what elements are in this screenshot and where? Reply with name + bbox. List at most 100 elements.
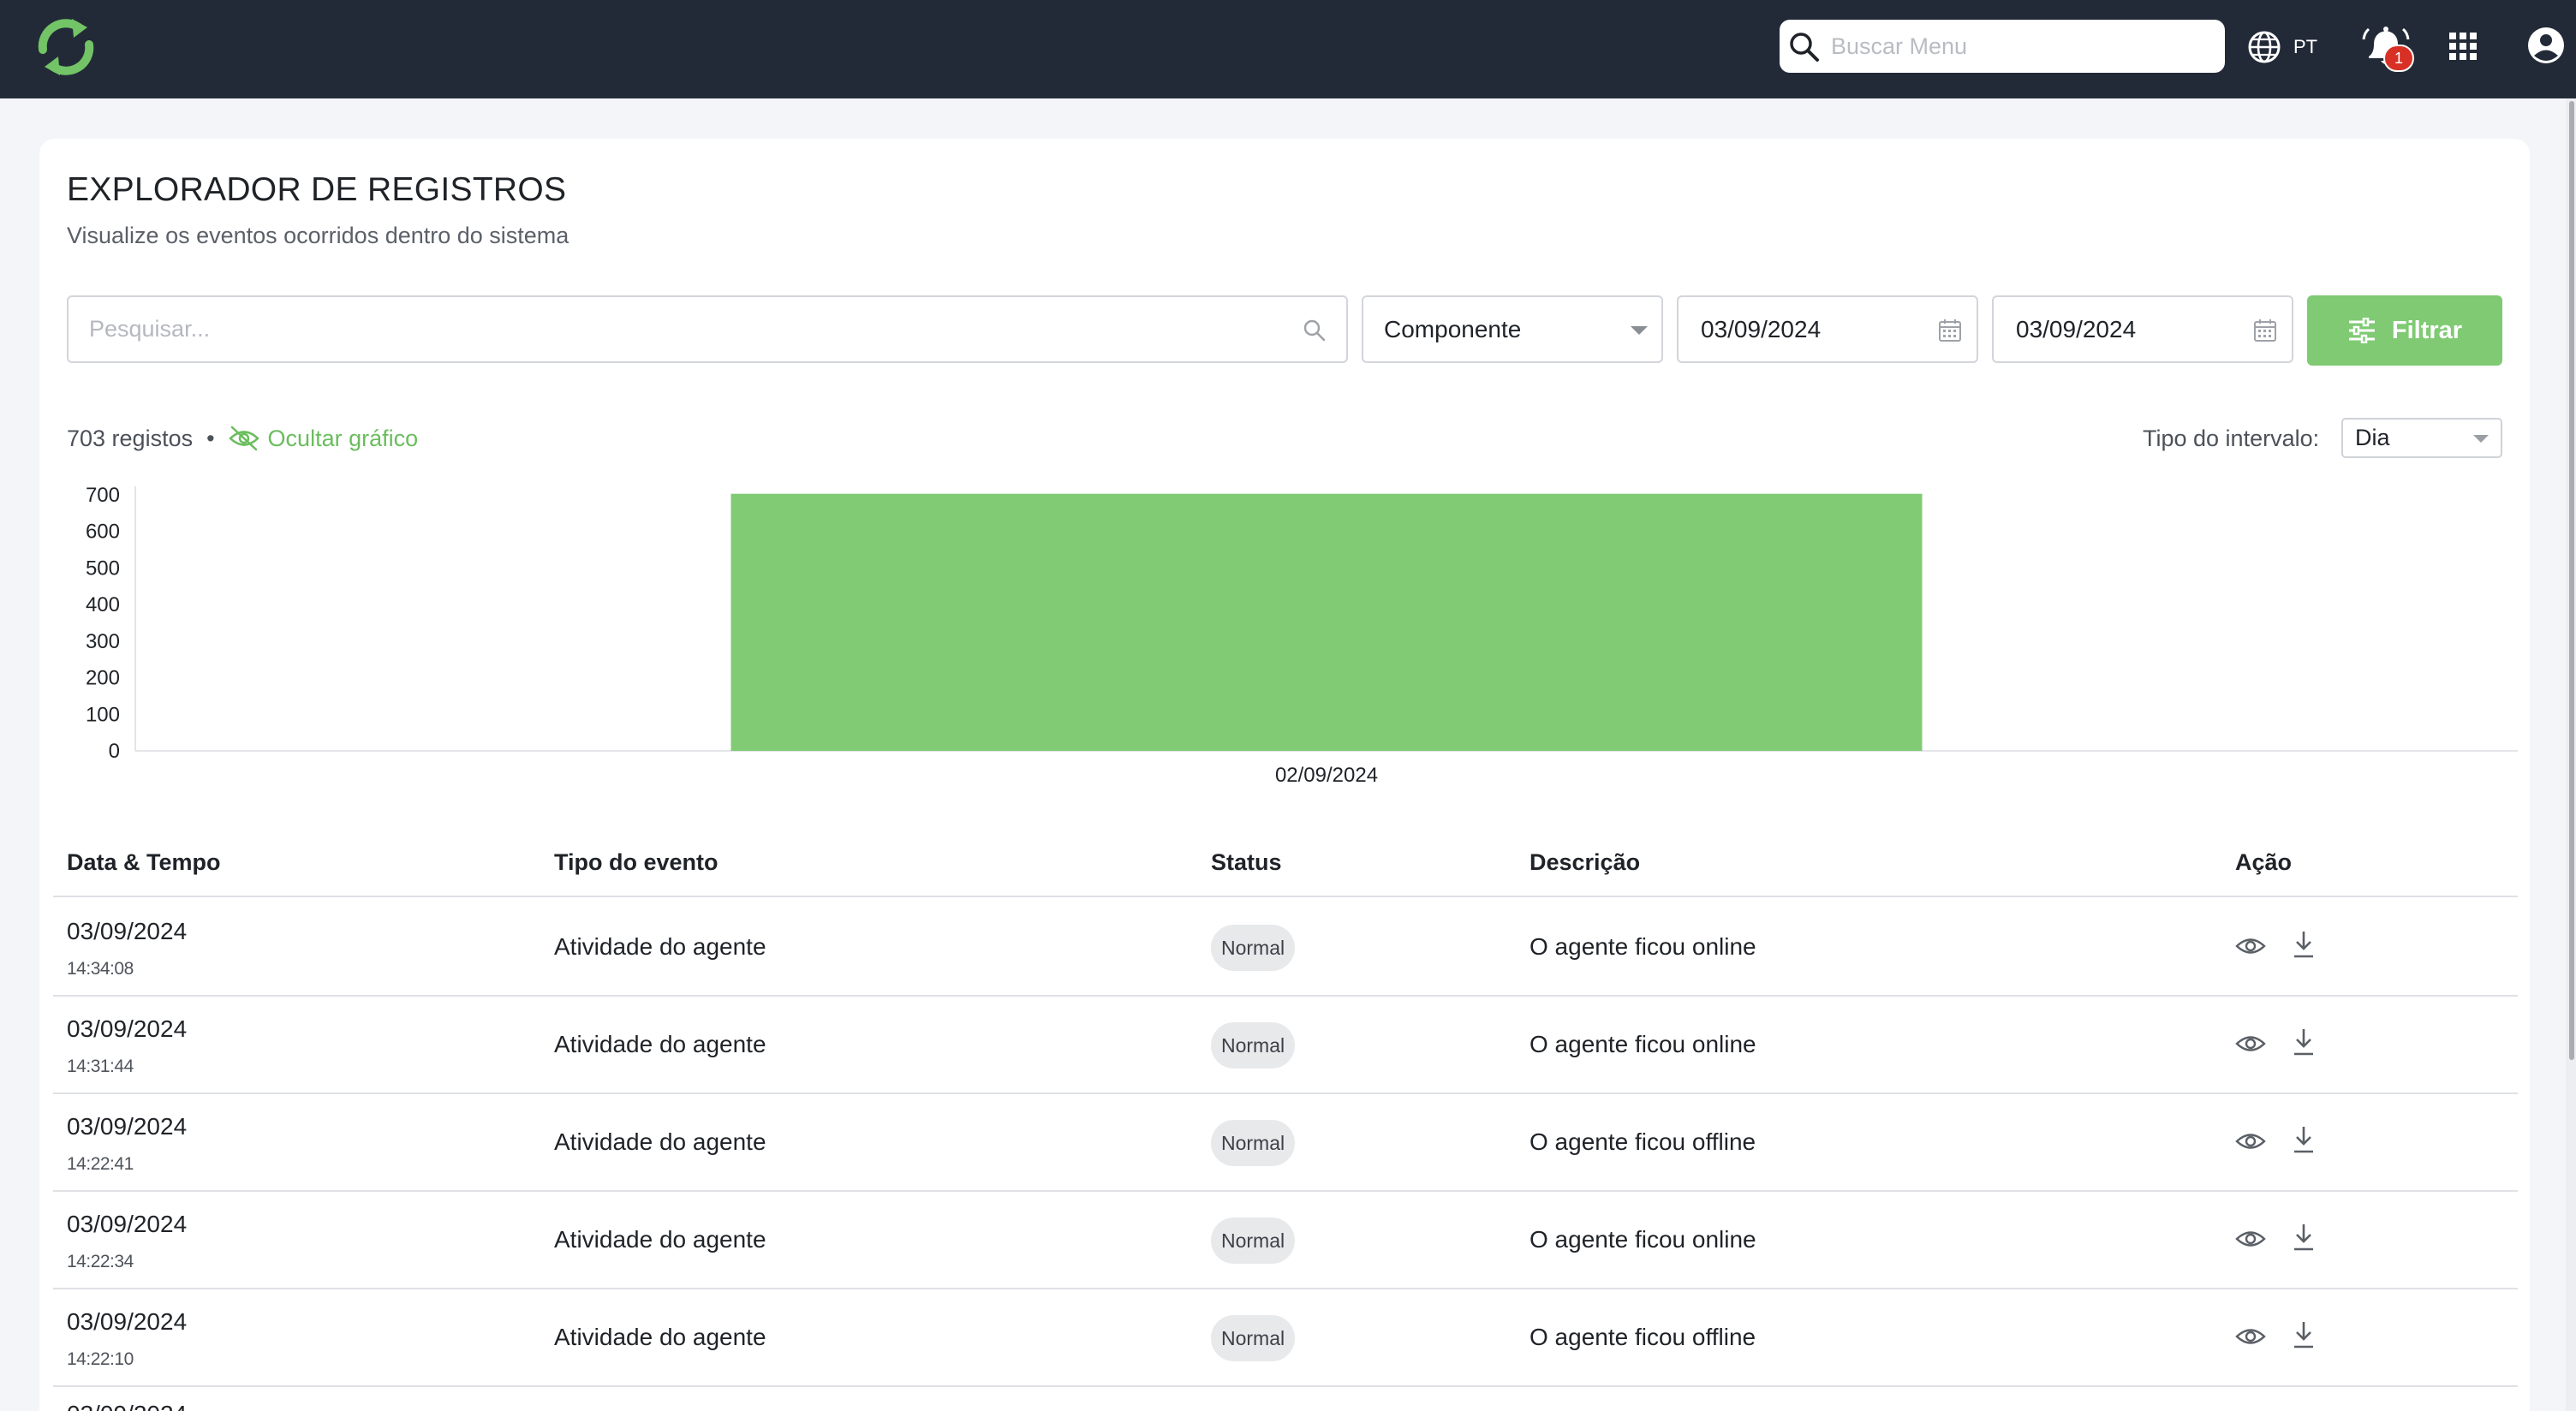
status-badge: Normal xyxy=(1211,1120,1296,1166)
column-header-action: Ação xyxy=(2235,849,2293,875)
chevron-down-icon xyxy=(2473,435,2489,443)
y-tick-label: 500 xyxy=(86,557,120,580)
interval-type-value: Dia xyxy=(2355,425,2390,450)
column-header-datetime[interactable]: Data & Tempo xyxy=(67,849,221,876)
eye-icon xyxy=(2235,1036,2266,1051)
filter-button-label: Filtrar xyxy=(2391,316,2463,344)
component-select[interactable]: Componente xyxy=(1362,295,1663,363)
records-search-box[interactable] xyxy=(67,295,1348,363)
menu-search-box[interactable] xyxy=(1780,20,2225,73)
hide-chart-toggle[interactable]: Ocultar gráfico xyxy=(228,426,418,452)
row-time: 14:22:10 xyxy=(67,1349,134,1369)
menu-search-input[interactable] xyxy=(1831,20,2216,73)
row-time: 14:22:34 xyxy=(67,1252,134,1271)
view-button[interactable] xyxy=(2235,936,2266,961)
eye-off-icon xyxy=(228,426,259,451)
status-badge: Normal xyxy=(1211,1218,1296,1264)
status-badge: Normal xyxy=(1211,925,1296,971)
language-label: PT xyxy=(2293,36,2318,57)
download-icon xyxy=(2294,932,2313,958)
view-button[interactable] xyxy=(2235,1229,2266,1253)
y-tick-label: 600 xyxy=(86,521,120,544)
start-date-field[interactable]: 03/09/2024 xyxy=(1677,295,1978,363)
table-row[interactable]: 03/09/2024 14:34:08 Atividade do agente Nor… xyxy=(53,899,2518,997)
download-button[interactable] xyxy=(2292,1320,2316,1354)
row-event-type: Atividade do agente xyxy=(554,1226,766,1253)
partial-row-date: 03/09/2024 xyxy=(67,1401,187,1411)
scrollbar-thumb[interactable] xyxy=(2569,101,2574,1060)
y-tick-label: 300 xyxy=(86,630,120,653)
column-header-description[interactable]: Descrição xyxy=(1530,849,1640,876)
row-event-type: Atividade do agente xyxy=(554,1128,766,1155)
y-tick-label: 100 xyxy=(86,703,120,726)
records-count: 703 registos xyxy=(67,425,194,451)
row-event-type: Atividade do agente xyxy=(554,933,766,960)
table-row[interactable]: 03/09/2024 14:22:10 Atividade do agente Nor… xyxy=(53,1289,2518,1387)
download-button[interactable] xyxy=(2292,1027,2316,1061)
row-description: O agente ficou online xyxy=(1530,1031,1756,1057)
records-search-input[interactable] xyxy=(89,297,1271,361)
page-title: EXPLORADOR DE REGISTROS xyxy=(67,171,567,208)
view-button[interactable] xyxy=(2235,1131,2266,1156)
end-date-value: 03/09/2024 xyxy=(2016,316,2137,342)
search-icon xyxy=(1790,33,1819,62)
row-description: O agente ficou online xyxy=(1530,933,1756,960)
row-event-type: Atividade do agente xyxy=(554,1324,766,1350)
download-icon xyxy=(2294,1322,2313,1348)
notification-count-badge: 1 xyxy=(2383,45,2414,72)
row-description: O agente ficou offline xyxy=(1530,1128,1756,1155)
table-row[interactable]: 03/09/2024 14:22:34 Atividade do agente Nor… xyxy=(53,1192,2518,1289)
y-tick-label: 400 xyxy=(86,593,120,616)
calendar-icon[interactable] xyxy=(1937,318,1963,343)
table-row[interactable]: 03/09/2024 14:31:44 Atividade do agente Nor… xyxy=(53,997,2518,1094)
top-navbar: PT 1 xyxy=(0,0,2576,98)
download-button[interactable] xyxy=(2292,1223,2316,1256)
column-header-event-type[interactable]: Tipo do evento xyxy=(554,849,719,876)
table-row[interactable]: 03/09/2024 14:22:41 Atividade do agente Nor… xyxy=(53,1094,2518,1192)
status-badge: Normal xyxy=(1211,1022,1296,1069)
y-tick-label: 700 xyxy=(86,484,120,507)
row-date: 03/09/2024 xyxy=(67,918,188,944)
download-icon xyxy=(2294,1224,2313,1251)
row-event-type: Atividade do agente xyxy=(554,1031,766,1057)
row-date: 03/09/2024 xyxy=(67,1308,188,1335)
records-summary: 703 registos • Ocultar gráfico xyxy=(67,423,418,454)
events-bar-chart: 0 100 200 300 400 500 600 700 02/09/2024 xyxy=(86,484,2518,787)
row-time: 14:22:41 xyxy=(67,1154,134,1174)
interval-type-select[interactable]: Dia xyxy=(2341,418,2502,458)
download-icon xyxy=(2294,1127,2313,1153)
chevron-down-icon xyxy=(1631,326,1648,335)
start-date-value: 03/09/2024 xyxy=(1701,316,1822,342)
end-date-field[interactable]: 03/09/2024 xyxy=(1992,295,2293,363)
download-button[interactable] xyxy=(2292,930,2316,963)
y-tick-label: 200 xyxy=(86,667,120,690)
table-header: Data & Tempo Tipo do evento Status Descr… xyxy=(53,839,2518,897)
eye-icon xyxy=(2235,1134,2266,1149)
summary-separator: • xyxy=(206,425,215,451)
component-select-value: Componente xyxy=(1384,315,1522,342)
language-selector[interactable]: PT xyxy=(2247,26,2317,68)
eye-icon xyxy=(2235,938,2266,954)
row-description: O agente ficou offline xyxy=(1530,1324,1756,1350)
chart-bar xyxy=(730,493,1923,751)
eye-icon xyxy=(2235,1231,2266,1247)
filter-button[interactable]: Filtrar xyxy=(2307,295,2502,366)
row-date: 03/09/2024 xyxy=(67,1113,188,1140)
y-tick-label: 0 xyxy=(109,740,120,763)
x-tick-label: 02/09/2024 xyxy=(1275,764,1378,787)
globe-icon xyxy=(2248,31,2281,63)
row-date: 03/09/2024 xyxy=(67,1211,188,1237)
search-icon[interactable] xyxy=(1302,318,1327,343)
account-icon[interactable] xyxy=(2526,26,2566,65)
row-description: O agente ficou online xyxy=(1530,1226,1756,1253)
download-button[interactable] xyxy=(2292,1125,2316,1158)
view-button[interactable] xyxy=(2235,1326,2266,1351)
column-header-status[interactable]: Status xyxy=(1211,849,1282,876)
app-logo-icon[interactable] xyxy=(34,17,98,77)
eye-icon xyxy=(2235,1329,2266,1344)
calendar-icon[interactable] xyxy=(2252,318,2278,343)
page-subtitle: Visualize os eventos ocorridos dentro do… xyxy=(67,223,569,248)
row-date: 03/09/2024 xyxy=(67,1015,188,1042)
apps-grid-icon[interactable] xyxy=(2448,31,2478,62)
view-button[interactable] xyxy=(2235,1033,2266,1058)
